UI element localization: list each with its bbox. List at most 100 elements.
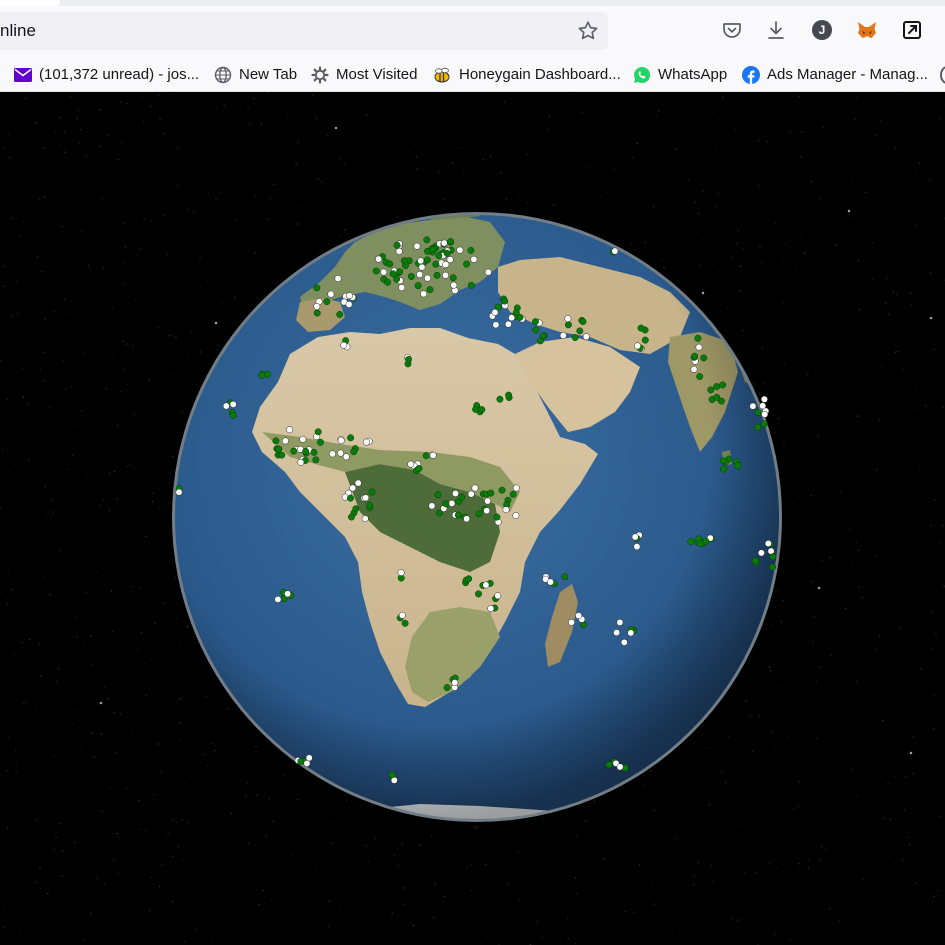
map-marker-white[interactable] [482, 581, 490, 589]
map-marker-white[interactable] [487, 605, 495, 612]
map-marker-green[interactable] [384, 278, 392, 286]
map-marker-white[interactable] [420, 290, 428, 298]
map-marker-green[interactable] [433, 271, 441, 279]
map-marker-green[interactable] [352, 505, 360, 513]
map-marker-green[interactable] [432, 260, 440, 268]
map-marker-white[interactable] [582, 333, 590, 341]
map-marker-white[interactable] [286, 426, 294, 434]
bookmark-new-tab[interactable]: New Tab [214, 58, 297, 91]
map-marker-white[interactable] [418, 263, 426, 271]
map-marker-green[interactable] [347, 434, 355, 442]
map-marker-green[interactable] [760, 420, 768, 428]
bookmark-honeygain[interactable]: Honeygain Dashboard... [432, 58, 621, 91]
bookmark-ads-manager[interactable]: Ads Manager - Manag... [742, 58, 928, 91]
map-marker-white[interactable] [616, 618, 624, 626]
bookmarks-overflow[interactable] [940, 58, 945, 91]
map-marker-white[interactable] [303, 759, 311, 767]
map-marker-white[interactable] [470, 255, 478, 263]
map-marker-green[interactable] [313, 309, 321, 317]
bookmark-yahoo-mail[interactable]: (101,372 unread) - jos... [14, 58, 199, 91]
map-marker-green[interactable] [751, 557, 759, 565]
map-marker-green[interactable] [368, 488, 376, 496]
map-marker-white[interactable] [274, 595, 282, 603]
map-marker-white[interactable] [613, 629, 621, 637]
map-marker-green[interactable] [719, 457, 727, 465]
map-marker-green[interactable] [720, 465, 728, 473]
map-marker-green[interactable] [561, 573, 569, 581]
map-marker-green[interactable] [463, 260, 471, 268]
download-icon[interactable] [765, 19, 787, 41]
map-marker-green[interactable] [336, 311, 344, 318]
map-marker-white[interactable] [616, 763, 624, 771]
map-marker-white[interactable] [429, 451, 437, 459]
map-marker-green[interactable] [396, 268, 404, 276]
map-marker-green[interactable] [579, 318, 587, 326]
map-marker-green[interactable] [475, 590, 482, 598]
map-marker-white[interactable] [362, 494, 370, 502]
map-marker-white[interactable] [620, 638, 628, 646]
map-marker-white[interactable] [337, 449, 345, 457]
map-marker-white[interactable] [760, 395, 768, 403]
map-marker-green[interactable] [389, 270, 397, 278]
map-marker-white[interactable] [764, 540, 772, 547]
map-marker-green[interactable] [422, 452, 430, 460]
map-marker-white[interactable] [492, 321, 500, 329]
map-viewport[interactable] [0, 92, 945, 945]
map-marker-white[interactable] [484, 497, 492, 505]
map-marker-green[interactable] [302, 447, 310, 455]
map-marker-green[interactable] [313, 284, 321, 292]
map-marker-white[interactable] [484, 268, 492, 276]
map-marker-green[interactable] [493, 513, 501, 521]
map-marker-green[interactable] [407, 273, 415, 280]
map-marker-white[interactable] [327, 290, 335, 298]
map-marker-green[interactable] [487, 489, 495, 497]
map-marker-white[interactable] [380, 268, 388, 276]
map-marker-white[interactable] [361, 515, 369, 523]
map-marker-green[interactable] [505, 391, 513, 399]
map-marker-green[interactable] [348, 513, 355, 521]
map-marker-white[interactable] [627, 629, 635, 637]
map-marker-white[interactable] [633, 543, 641, 551]
map-marker-white[interactable] [759, 402, 767, 410]
map-marker-green[interactable] [366, 501, 374, 509]
map-marker-green[interactable] [312, 456, 320, 464]
map-marker-green[interactable] [512, 309, 520, 317]
map-marker-white[interactable] [375, 255, 383, 263]
map-marker-white[interactable] [424, 274, 431, 282]
map-marker-white[interactable] [313, 303, 321, 310]
map-marker-green[interactable] [414, 282, 422, 290]
map-marker-green[interactable] [400, 257, 408, 265]
address-bar[interactable]: nline [0, 12, 608, 50]
map-marker-green[interactable] [272, 437, 280, 445]
map-marker-green[interactable] [415, 465, 423, 472]
map-marker-white[interactable] [329, 450, 336, 458]
map-marker-white[interactable] [471, 484, 479, 492]
map-marker-green[interactable] [694, 334, 702, 342]
bookmark-most-visited[interactable]: Most Visited [311, 58, 417, 91]
map-marker-green[interactable] [423, 256, 431, 264]
map-marker-green[interactable] [637, 324, 645, 332]
map-marker-green[interactable] [702, 537, 710, 545]
map-marker-white[interactable] [491, 308, 499, 316]
map-marker-white[interactable] [297, 458, 305, 466]
map-marker-white[interactable] [407, 460, 415, 468]
map-marker-white[interactable] [229, 400, 237, 408]
map-marker-green[interactable] [734, 462, 742, 470]
map-marker-green[interactable] [496, 395, 504, 403]
map-marker-white[interactable] [508, 314, 516, 322]
map-marker-white[interactable] [284, 590, 292, 598]
map-marker-white[interactable] [761, 410, 769, 418]
pocket-icon[interactable] [721, 19, 743, 41]
map-marker-white[interactable] [416, 271, 424, 278]
active-tab-edge[interactable] [0, 0, 60, 6]
account-avatar-icon[interactable]: J [811, 19, 833, 41]
map-marker-green[interactable] [386, 260, 394, 268]
map-marker-white[interactable] [398, 611, 406, 619]
map-marker-white[interactable] [362, 438, 370, 446]
map-marker-green[interactable] [769, 553, 777, 561]
map-marker-white[interactable] [512, 512, 520, 519]
map-marker-green[interactable] [696, 373, 704, 380]
map-marker-green[interactable] [687, 538, 695, 546]
map-marker-white[interactable] [451, 679, 459, 687]
map-marker-white[interactable] [631, 533, 639, 541]
